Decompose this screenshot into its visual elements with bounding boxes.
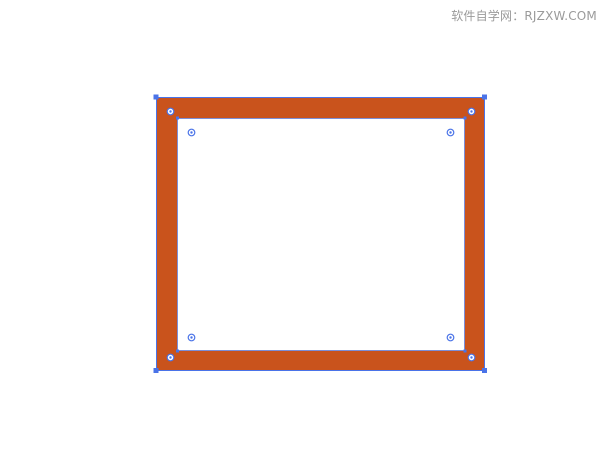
inner-path-outline	[177, 118, 465, 351]
anchor-point-icon[interactable]	[176, 349, 179, 353]
corner-widget-icon[interactable]	[467, 107, 476, 116]
corner-widget-icon[interactable]	[446, 333, 455, 342]
frame-shape[interactable]	[156, 97, 485, 371]
corner-widget-icon[interactable]	[187, 333, 196, 342]
handle-bottom-left[interactable]	[153, 368, 159, 373]
corner-widget-icon[interactable]	[467, 353, 476, 362]
handle-bottom-right[interactable]	[482, 368, 487, 373]
selection-bounding-box	[156, 97, 485, 371]
anchor-point-icon[interactable]	[463, 116, 467, 120]
anchor-point-icon[interactable]	[463, 349, 467, 353]
anchor-point-icon[interactable]	[176, 116, 179, 120]
corner-widget-icon[interactable]	[166, 107, 175, 116]
handle-top-left[interactable]	[153, 94, 159, 100]
corner-widget-icon[interactable]	[187, 128, 196, 137]
artboard	[153, 94, 487, 373]
handle-top-right[interactable]	[482, 94, 487, 100]
corner-widget-icon[interactable]	[446, 128, 455, 137]
corner-widget-icon[interactable]	[166, 353, 175, 362]
